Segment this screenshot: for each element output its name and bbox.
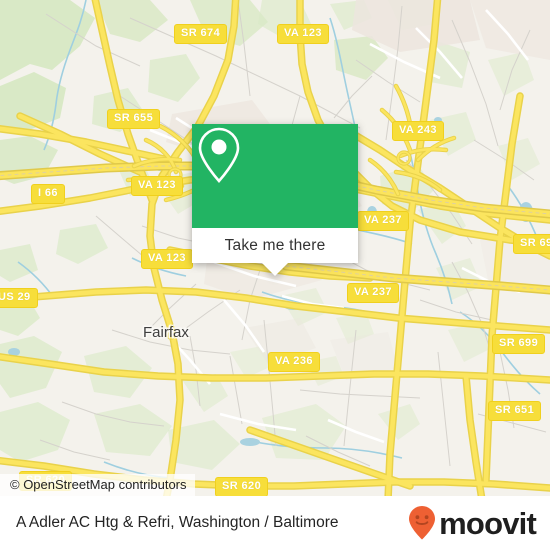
- venue-title: A Adler AC Htg & Refri, Washington / Bal…: [16, 514, 339, 531]
- route-shield-va-243[interactable]: VA 243: [392, 121, 444, 141]
- map-pin-icon: [198, 127, 240, 183]
- route-shield-sr-674[interactable]: SR 674: [174, 24, 228, 44]
- route-shield-va-123-mid[interactable]: VA 123: [131, 176, 183, 196]
- route-shield-sr-699-upper[interactable]: SR 699: [513, 234, 550, 254]
- route-shield-sr-651[interactable]: SR 651: [488, 401, 542, 421]
- route-shield-va-123-south[interactable]: VA 123: [141, 249, 193, 269]
- take-me-there-button[interactable]: Take me there: [192, 228, 358, 263]
- footer-bar: A Adler AC Htg & Refri, Washington / Bal…: [0, 496, 550, 550]
- popup-header: [192, 124, 358, 228]
- osm-attribution[interactable]: © OpenStreetMap contributors: [0, 474, 195, 496]
- place-label-fairfax: Fairfax: [143, 324, 189, 341]
- moovit-wordmark: moovit: [439, 505, 537, 541]
- moovit-smiley-pin-icon: [409, 506, 436, 540]
- route-shield-sr-655[interactable]: SR 655: [107, 109, 161, 129]
- moovit-map-screenshot: Fairfax SR 674 VA 123 SR 655 VA 243 VA 1…: [0, 0, 550, 550]
- map-canvas[interactable]: Fairfax SR 674 VA 123 SR 655 VA 243 VA 1…: [0, 0, 550, 496]
- route-shield-sr-699-lower[interactable]: SR 699: [492, 334, 546, 354]
- take-me-there-label: Take me there: [224, 236, 326, 254]
- route-shield-va-237-upper[interactable]: VA 237: [357, 211, 409, 231]
- route-shield-va-123-north[interactable]: VA 123: [277, 24, 329, 44]
- route-shield-va-236[interactable]: VA 236: [268, 352, 320, 372]
- moovit-logo[interactable]: moovit: [407, 505, 537, 541]
- popup-tail: [262, 263, 288, 276]
- route-shield-us-29[interactable]: US 29: [0, 288, 38, 308]
- route-shield-i-66[interactable]: I 66: [31, 184, 65, 204]
- location-popup-card[interactable]: Take me there: [192, 124, 358, 276]
- route-shield-sr-620-south[interactable]: SR 620: [215, 477, 269, 496]
- route-shield-va-237-lower[interactable]: VA 237: [347, 283, 399, 303]
